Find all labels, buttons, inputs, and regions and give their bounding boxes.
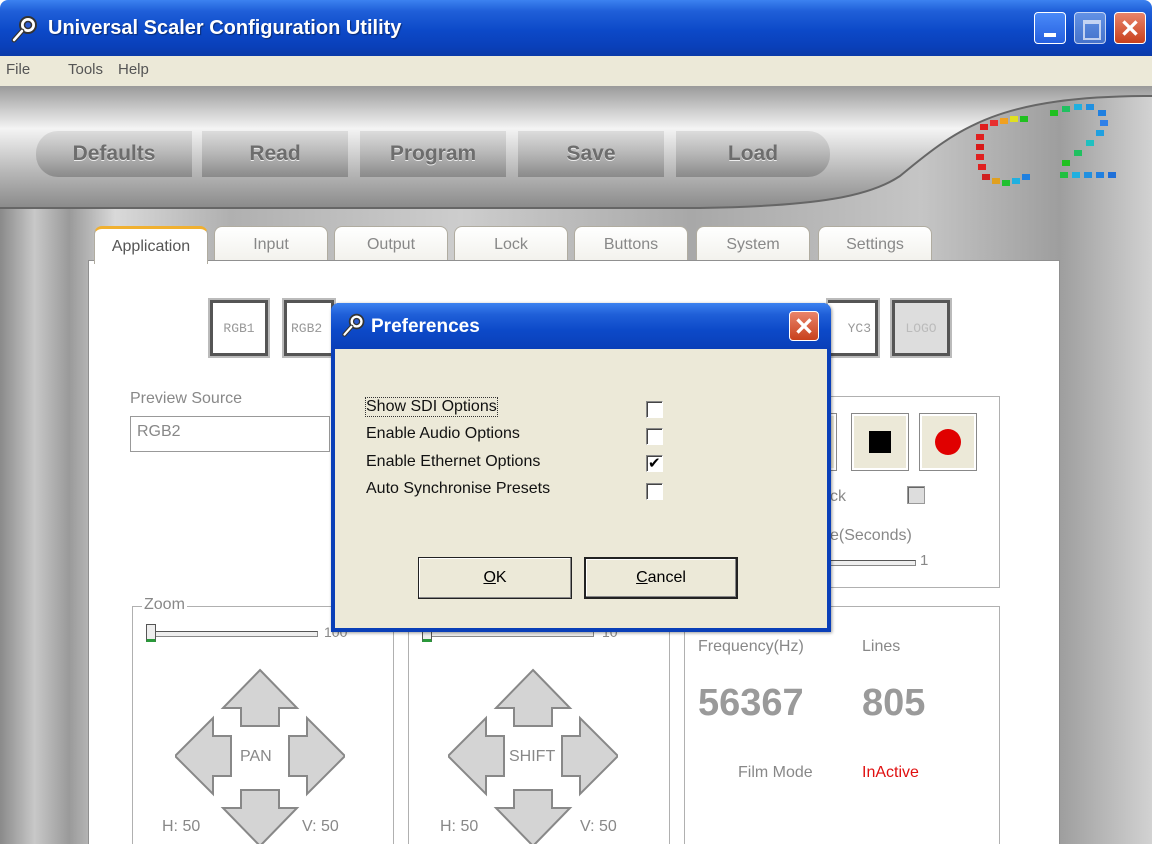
shift-label: SHIFT <box>509 748 556 765</box>
shift-h-value: H: 50 <box>440 818 479 835</box>
menu-help[interactable]: Help <box>118 61 149 78</box>
zoom-slider-thumb[interactable] <box>146 624 156 642</box>
close-button[interactable] <box>1114 12 1146 44</box>
preview-source-select[interactable]: RGB2 <box>130 416 330 452</box>
wrench-icon <box>11 16 37 43</box>
stop-icon <box>869 431 891 453</box>
pan-down-arrow-icon <box>220 789 300 844</box>
close-icon <box>1122 20 1138 36</box>
frequency-value: 56367 <box>698 682 804 724</box>
preferences-dialog: Preferences Show SDI Options Enable Audi… <box>331 303 831 632</box>
ok-label-rest: K <box>495 569 507 586</box>
cancel-label-rest: ancel <box>647 569 686 586</box>
shift-down-arrow-icon <box>493 789 573 844</box>
source-rgb1-button[interactable]: RGB1 <box>208 298 270 358</box>
ok-button[interactable]: OK <box>418 557 572 599</box>
frequency-label: Frequency(Hz) <box>698 638 804 655</box>
pan-up-arrow-icon <box>220 668 300 727</box>
tab-lock[interactable]: Lock <box>454 226 568 262</box>
lines-value: 805 <box>862 682 926 724</box>
dialog-titlebar[interactable]: Preferences <box>331 303 831 349</box>
seconds-slider[interactable] <box>830 560 916 566</box>
dialog-title: Preferences <box>371 316 480 337</box>
pan-label: PAN <box>240 748 272 765</box>
auto-synchronise-presets-checkbox[interactable] <box>646 483 663 500</box>
zoom-label: Zoom <box>142 596 187 614</box>
pan-h-value: H: 50 <box>162 818 201 835</box>
record-icon <box>935 429 961 455</box>
seconds-label: e(Seconds) <box>830 527 912 544</box>
auto-synchronise-presets-label[interactable]: Auto Synchronise Presets <box>366 480 550 498</box>
close-icon <box>796 318 812 334</box>
checkmark-icon: ✔ <box>648 455 661 472</box>
save-button[interactable]: Save <box>518 131 664 177</box>
shift-left-arrow-icon <box>448 715 505 797</box>
loop-checkbox[interactable] <box>907 486 925 504</box>
tab-output[interactable]: Output <box>334 226 448 262</box>
lines-label: Lines <box>862 638 901 655</box>
minimize-button[interactable] <box>1034 12 1066 44</box>
tab-application[interactable]: Application <box>94 226 208 264</box>
tab-system[interactable]: System <box>696 226 810 262</box>
enable-audio-options-label[interactable]: Enable Audio Options <box>366 425 520 443</box>
pan-left-arrow-icon <box>175 715 232 797</box>
zoom-slider[interactable] <box>148 631 318 637</box>
tab-settings[interactable]: Settings <box>818 226 932 262</box>
menu-bar: File Tools Help <box>0 56 1152 86</box>
dialog-body: Show SDI Options Enable Audio Options En… <box>335 349 827 628</box>
stop-button[interactable] <box>851 413 909 471</box>
menu-tools[interactable]: Tools <box>68 61 103 78</box>
pan-right-arrow-icon <box>288 715 345 797</box>
tab-input[interactable]: Input <box>214 226 328 262</box>
window-title: Universal Scaler Configuration Utility <box>48 17 402 39</box>
shift-v-value: V: 50 <box>580 818 617 835</box>
menu-file[interactable]: File <box>6 61 30 78</box>
show-sdi-options-label[interactable]: Show SDI Options <box>365 397 498 417</box>
window-titlebar[interactable]: Universal Scaler Configuration Utility <box>0 0 1152 56</box>
tab-buttons[interactable]: Buttons <box>574 226 688 262</box>
source-rgb2-button[interactable]: RGB2 <box>282 298 336 358</box>
source-yc3-button[interactable]: YC3 <box>826 298 880 358</box>
preview-source-label: Preview Source <box>130 390 243 407</box>
source-logo-button[interactable]: LOGO <box>890 298 952 358</box>
program-button[interactable]: Program <box>360 131 506 177</box>
cancel-hotkey: C <box>636 569 648 586</box>
maximize-button[interactable] <box>1074 12 1106 44</box>
shift-right-arrow-icon <box>561 715 618 797</box>
ok-hotkey: O <box>483 569 496 586</box>
pan-v-value: V: 50 <box>302 818 339 835</box>
wrench-icon <box>342 313 365 337</box>
shift-up-arrow-icon <box>493 668 573 727</box>
enable-ethernet-options-label[interactable]: Enable Ethernet Options <box>366 453 540 471</box>
partial-label: ck <box>830 488 846 505</box>
film-mode-label: Film Mode <box>738 764 813 781</box>
enable-ethernet-options-checkbox[interactable]: ✔ <box>646 455 663 472</box>
film-mode-value: InActive <box>862 764 919 781</box>
enable-audio-options-checkbox[interactable] <box>646 428 663 445</box>
show-sdi-options-checkbox[interactable] <box>646 401 663 418</box>
cancel-button[interactable]: Cancel <box>584 557 738 599</box>
record-button[interactable] <box>919 413 977 471</box>
seconds-value: 1 <box>920 552 929 569</box>
defaults-button[interactable]: Defaults <box>36 131 192 177</box>
load-button[interactable]: Load <box>676 131 830 177</box>
dialog-close-button[interactable] <box>789 311 819 341</box>
read-button[interactable]: Read <box>202 131 348 177</box>
